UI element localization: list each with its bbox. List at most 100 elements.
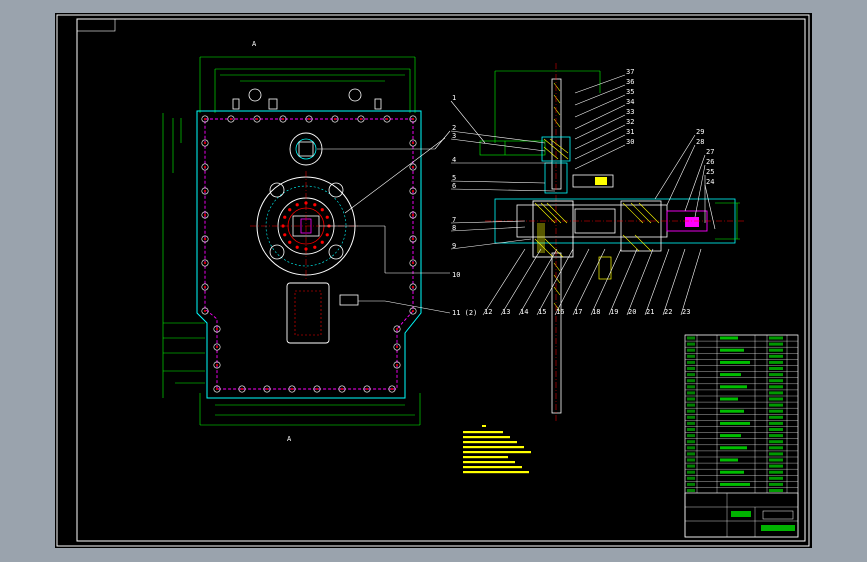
flange-bolt [295, 245, 299, 249]
bolt-center [204, 142, 206, 144]
bolt-center [341, 388, 343, 390]
bolt-center [412, 142, 414, 144]
flange-bolt [325, 215, 329, 219]
bolt-center [308, 118, 310, 120]
section-view: 373635343332313029282726252412345678912 1… [450, 63, 745, 423]
parts-cell [720, 348, 744, 352]
bolt-center [216, 328, 218, 330]
bolt-center [316, 388, 318, 390]
corner-tag [76, 18, 116, 32]
part-balloon: 27 [706, 148, 714, 156]
leader-line [626, 248, 654, 316]
flange-bolt [288, 208, 292, 212]
bolt-center [396, 364, 398, 366]
flange-bolt [283, 215, 287, 219]
parts-cell [769, 336, 783, 340]
parts-cell [769, 440, 783, 444]
cad-viewport[interactable]: A A 10 11 (2) 37 36 35 34 33 32 31 30 29… [55, 13, 812, 548]
part-balloon: 30 [626, 138, 634, 146]
section-mark-bottom: A [287, 435, 292, 443]
part-balloon: 23 [682, 308, 690, 316]
bolt-center [204, 286, 206, 288]
parts-cell [687, 391, 695, 395]
parts-cell [769, 367, 783, 370]
bolt-center [204, 238, 206, 240]
note-line [463, 446, 524, 449]
parts-cell [720, 385, 747, 389]
leader-line [684, 154, 706, 212]
part-balloon: 18 [592, 308, 600, 316]
parts-cell [720, 397, 738, 401]
leader-line [518, 248, 558, 316]
parts-cell [687, 348, 695, 352]
bolt-center [216, 388, 218, 390]
part-balloon: 37 [626, 68, 634, 76]
note-line [463, 471, 529, 474]
bolt-center [412, 286, 414, 288]
part-balloon: 8 [452, 224, 456, 232]
bolt-center [204, 166, 206, 168]
part-balloon: 32 [626, 118, 634, 126]
part-balloon: 33 [626, 108, 634, 116]
parts-cell [769, 476, 783, 480]
flange-bolt [288, 240, 292, 244]
part-balloon: 15 [538, 308, 546, 316]
leader-line [662, 248, 686, 316]
part-balloon: 19 [610, 308, 618, 316]
parts-cell [687, 458, 695, 462]
part-balloon: 21 [646, 308, 654, 316]
top-dimensions [199, 56, 416, 113]
part-balloon: 7 [452, 216, 456, 224]
leader-line [554, 248, 590, 316]
front-view-leaders [317, 130, 451, 314]
leader-line [694, 164, 706, 218]
flange-bolt [313, 203, 317, 207]
parts-cell [769, 360, 783, 364]
parts-cell [769, 452, 783, 456]
parts-cell [687, 342, 695, 346]
bolt-center [386, 118, 388, 120]
leader-line [574, 134, 626, 160]
part-balloon: 35 [626, 88, 634, 96]
parts-cell [687, 482, 695, 486]
bolt-center [412, 262, 414, 264]
parts-cell [720, 434, 741, 438]
parts-cell [687, 428, 695, 431]
part-balloon: 14 [520, 308, 528, 316]
leader-line [500, 248, 542, 316]
part-balloon: 13 [502, 308, 510, 316]
gearbox-assembly-drawing: A A 10 11 (2) 37363534333231302928272625… [56, 14, 810, 547]
part-balloon: 1 [452, 94, 456, 102]
parts-cell [769, 489, 783, 492]
part-balloon: 2 [452, 124, 456, 132]
parts-cell [687, 476, 695, 480]
part-balloon: 36 [626, 78, 634, 86]
part-balloon: 28 [696, 138, 704, 146]
parts-cell [687, 464, 695, 468]
bolt-center [396, 346, 398, 348]
leader-line [574, 124, 626, 150]
part-balloon: 9 [452, 242, 456, 250]
leader-line [574, 104, 626, 130]
leader-line [450, 238, 532, 250]
leader-line [450, 226, 526, 232]
bolt-center [204, 118, 206, 120]
leader-line [608, 248, 638, 316]
bolt-center [204, 262, 206, 264]
parts-cell [687, 421, 695, 425]
parts-cell [769, 391, 783, 395]
leader-line [450, 180, 546, 184]
part-balloon: 5 [452, 174, 456, 182]
leader-line [450, 220, 526, 224]
part-balloon: 25 [706, 168, 714, 176]
leader-line [536, 248, 574, 316]
inspection-window [286, 282, 359, 344]
parts-cell [687, 446, 695, 450]
balloon-11: 11 (2) [452, 309, 477, 317]
bolt-center [391, 388, 393, 390]
drawing-frame [76, 18, 806, 542]
leader-line [644, 248, 670, 316]
balloon-10: 10 [452, 271, 460, 279]
parts-cell [687, 385, 695, 389]
horizontal-shaft [485, 198, 745, 280]
